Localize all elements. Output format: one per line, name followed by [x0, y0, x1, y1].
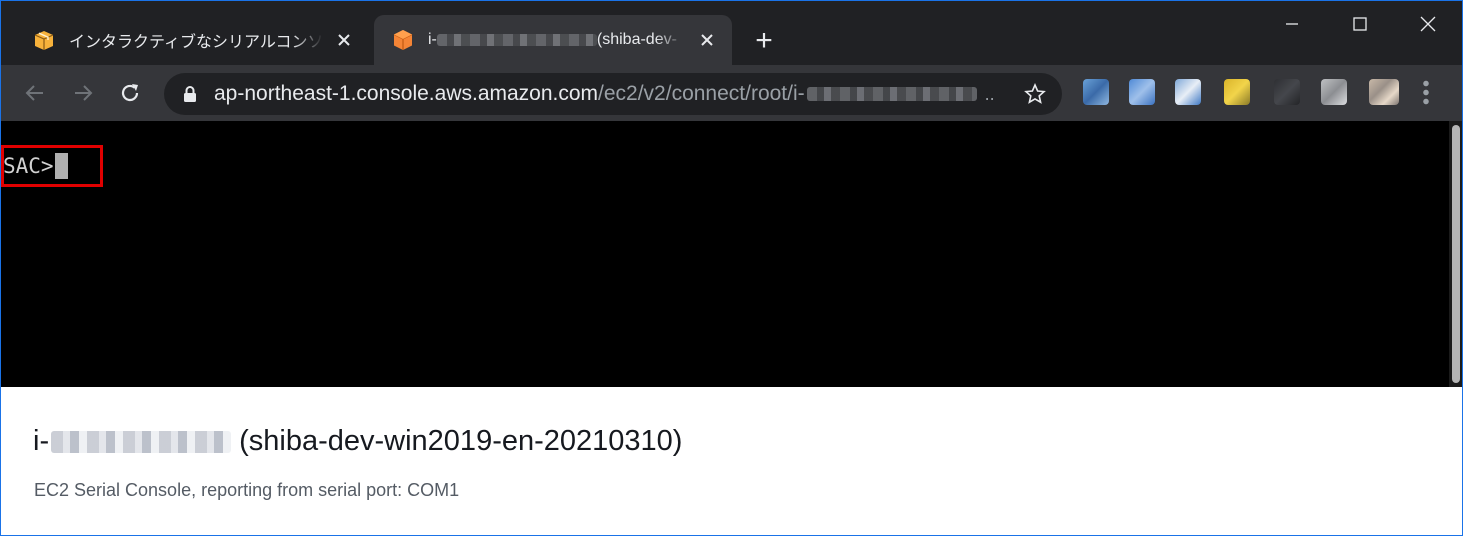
- url-host: ap-northeast-1.console.aws.amazon.com: [214, 82, 599, 105]
- tab-title-prefix: i-: [428, 31, 437, 48]
- minimize-icon: [1286, 23, 1298, 25]
- close-window-button[interactable]: [1394, 1, 1462, 47]
- redacted-url-segment: [806, 87, 977, 102]
- extension-icon[interactable]: [1274, 79, 1300, 105]
- close-icon: [1420, 16, 1436, 32]
- maximize-icon: [1353, 17, 1367, 31]
- tab-title: インタラクティブなシリアルコンソール | E: [69, 34, 323, 51]
- arrow-right-icon: [75, 85, 93, 101]
- url-path: /ec2/v2/connect/root/i-: [598, 82, 805, 105]
- redacted-instance-id: [51, 430, 232, 453]
- instance-info-panel: i- (shiba-dev-win2019-en-20210310) EC2 Se…: [1, 387, 1462, 535]
- extension-icon[interactable]: [1224, 79, 1250, 105]
- extension-icon[interactable]: [1321, 79, 1347, 105]
- highlight-box: [1, 145, 103, 187]
- profile-avatar[interactable]: [1369, 79, 1399, 105]
- redacted-instance-id: [436, 33, 597, 46]
- aws-box-icon: [34, 31, 54, 50]
- extension-icon[interactable]: [1083, 79, 1109, 105]
- address-bar[interactable]: ap-northeast-1.console.aws.amazon.com/ec…: [164, 73, 1062, 115]
- serial-console-terminal[interactable]: SAC>: [1, 121, 1462, 387]
- instance-name: (shiba-dev-win2019-en-20210310): [239, 425, 683, 457]
- url-text: ap-northeast-1.console.aws.amazon.com/ec…: [214, 82, 995, 106]
- scrollbar-thumb[interactable]: [1452, 125, 1460, 383]
- instance-title: i- (shiba-dev-win2019-en-20210310): [33, 425, 682, 458]
- tab-ec2-connect[interactable]: i- (shiba-dev-: [374, 15, 732, 65]
- terminal-scrollbar[interactable]: [1449, 121, 1462, 387]
- extension-icon[interactable]: [1129, 79, 1155, 105]
- minimize-button[interactable]: [1258, 1, 1326, 47]
- serial-port-subtitle: EC2 Serial Console, reporting from seria…: [34, 480, 460, 500]
- back-button[interactable]: [19, 77, 51, 109]
- forward-button[interactable]: [67, 77, 99, 109]
- tab-close-icon[interactable]: [333, 29, 355, 51]
- url-ellipsis: ..: [984, 84, 995, 104]
- lock-icon: [184, 86, 196, 102]
- tab-title-suffix: (shiba-dev-: [596, 31, 677, 48]
- arrow-left-icon: [25, 85, 43, 101]
- reload-button[interactable]: [114, 77, 146, 109]
- tab-close-icon[interactable]: [696, 29, 718, 51]
- tab-strip: インタラクティブなシリアルコンソール | E i- (shiba-dev- +: [1, 1, 1462, 65]
- maximize-button[interactable]: [1326, 1, 1394, 47]
- tab-serial-console-docs[interactable]: インタラクティブなシリアルコンソール | E: [15, 15, 369, 65]
- bookmark-star-icon[interactable]: [1024, 83, 1046, 105]
- browser-menu-icon[interactable]: [1421, 79, 1431, 105]
- new-tab-button[interactable]: +: [749, 26, 779, 57]
- instance-id-prefix: i-: [33, 425, 50, 457]
- reload-icon: [121, 84, 139, 102]
- tab-title: i- (shiba-dev-: [428, 31, 686, 49]
- extension-icon[interactable]: [1175, 79, 1201, 105]
- browser-window: インタラクティブなシリアルコンソール | E i- (shiba-dev- +: [0, 0, 1463, 536]
- ec2-cube-icon: [393, 30, 413, 50]
